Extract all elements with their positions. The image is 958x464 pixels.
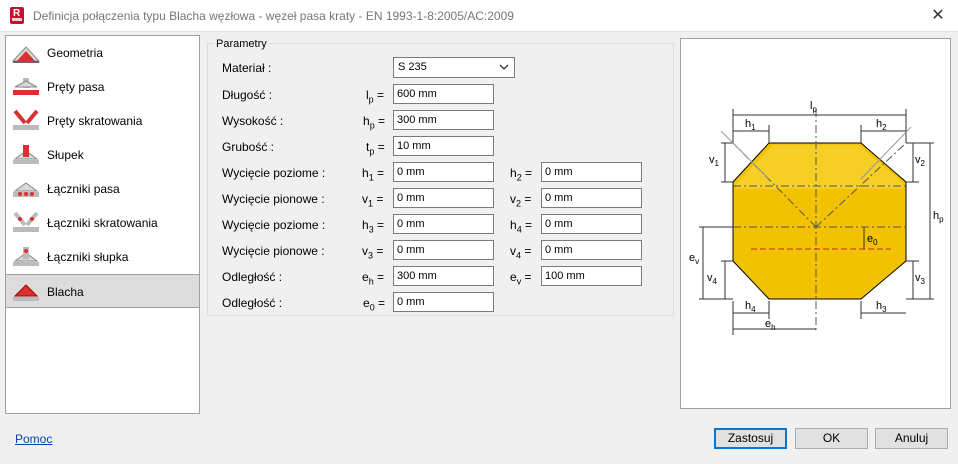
apply-button[interactable]: Zastosuj <box>714 428 787 449</box>
sidebar-item-label: Słupek <box>47 148 84 162</box>
h1-label: h1 <box>745 118 756 132</box>
sidebar-item-geometry[interactable]: Geometria <box>6 36 199 70</box>
v4-symbol: v4 = <box>510 244 532 261</box>
v2-label: v2 <box>915 154 926 168</box>
height-symbol: hp = <box>363 114 386 131</box>
h1-symbol: h1 = <box>362 166 385 183</box>
post-connectors-icon <box>13 247 39 266</box>
chevron-down-icon <box>499 64 509 70</box>
material-select[interactable]: S 235 <box>393 57 515 78</box>
v1-symbol: v1 = <box>362 192 384 209</box>
ev-symbol: ev = <box>510 270 532 287</box>
sidebar-item-label: Geometria <box>47 46 104 60</box>
v3-symbol: v3 = <box>362 244 384 261</box>
lp-label: lp <box>810 100 817 114</box>
bracing-members-icon <box>13 109 39 130</box>
horizontal-cut-label: Wycięcie poziome : <box>222 166 326 180</box>
ok-button[interactable]: OK <box>795 428 868 449</box>
h4-input[interactable]: 0 mm <box>541 214 642 234</box>
h4-label: h4 <box>745 300 756 314</box>
v3-input[interactable]: 0 mm <box>393 240 494 260</box>
h3-symbol: h3 = <box>362 218 385 235</box>
sidebar-item-chord-members[interactable]: Pręty pasa <box>6 70 199 104</box>
sidebar-item-label: Łączniki skratowania <box>47 216 158 230</box>
h2-label: h2 <box>876 118 887 132</box>
e0-input[interactable]: 0 mm <box>393 292 494 312</box>
v2-input[interactable]: 0 mm <box>541 188 642 208</box>
sidebar-item-label: Łączniki słupka <box>47 250 129 264</box>
horizontal-cut-label-2: Wycięcie poziome : <box>222 218 326 232</box>
v1-label: v1 <box>709 154 720 168</box>
sidebar-item-label: Łączniki pasa <box>47 182 120 196</box>
thickness-symbol: tp = <box>366 140 385 157</box>
post-icon <box>13 145 39 164</box>
v1-input[interactable]: 0 mm <box>393 188 494 208</box>
h3-input[interactable]: 0 mm <box>393 214 494 234</box>
v2-symbol: v2 = <box>510 192 532 209</box>
material-value: S 235 <box>398 61 427 73</box>
thickness-label: Grubość : <box>222 140 275 154</box>
plate-preview: lp h1 h2 v1 v2 hp ev e0 v4 v3 h4 h3 eh <box>680 38 951 409</box>
v4-label: v4 <box>707 272 718 286</box>
app-icon: R <box>10 7 24 24</box>
sidebar-item-post-connectors[interactable]: Łączniki słupka <box>6 240 199 274</box>
sidebar-item-chord-connectors[interactable]: Łączniki pasa <box>6 172 199 206</box>
cancel-button[interactable]: Anuluj <box>875 428 948 449</box>
h2-symbol: h2 = <box>510 166 533 183</box>
sidebar-item-bracing-members[interactable]: Pręty skratowania <box>6 104 199 138</box>
length-label: Długość : <box>222 88 273 102</box>
sidebar-item-post[interactable]: Słupek <box>6 138 199 172</box>
height-label: Wysokość : <box>222 114 284 128</box>
plate-diagram: lp h1 h2 v1 v2 hp ev e0 v4 v3 h4 h3 eh <box>689 100 944 335</box>
e0-symbol: e0 = <box>363 296 386 313</box>
title-bar: R Definicja połączenia typu Blacha węzło… <box>0 0 958 32</box>
sidebar-item-bracing-connectors[interactable]: Łączniki skratowania <box>6 206 199 240</box>
h4-symbol: h4 = <box>510 218 533 235</box>
sidebar-item-label: Pręty skratowania <box>47 114 143 128</box>
eh-symbol: eh = <box>362 270 385 287</box>
length-symbol: lp = <box>366 88 385 105</box>
close-icon[interactable]: ✕ <box>927 5 949 27</box>
vertical-cut-label: Wycięcie pionowe : <box>222 192 325 206</box>
chord-members-icon <box>13 78 39 95</box>
eh-input[interactable]: 300 mm <box>393 266 494 286</box>
bracing-connectors-icon <box>13 211 39 232</box>
sidebar-item-plate[interactable]: Blacha <box>6 274 199 308</box>
distance-e0-label: Odległość : <box>222 296 283 310</box>
plate-icon <box>13 284 39 301</box>
v4-input[interactable]: 0 mm <box>541 240 642 260</box>
h3-label: h3 <box>876 300 887 314</box>
sidebar-item-label: Pręty pasa <box>47 80 105 94</box>
parameters-group-title: Parametry <box>214 38 269 50</box>
ev-input[interactable]: 100 mm <box>541 266 642 286</box>
sidebar-item-label: Blacha <box>47 285 84 299</box>
sidebar: Geometria Pręty pasa Pręty skratowania S… <box>5 35 200 414</box>
ev-label: ev <box>689 252 699 266</box>
vertical-cut-label-2: Wycięcie pionowe : <box>222 244 325 258</box>
geometry-icon <box>11 46 41 63</box>
chord-connectors-icon <box>13 182 39 197</box>
help-link[interactable]: Pomoc <box>15 432 52 446</box>
hp-label: hp <box>933 210 944 224</box>
length-input[interactable]: 600 mm <box>393 84 494 104</box>
distance-label: Odległość : <box>222 270 283 284</box>
h1-input[interactable]: 0 mm <box>393 162 494 182</box>
h2-input[interactable]: 0 mm <box>541 162 642 182</box>
material-label: Materiał : <box>222 61 272 75</box>
height-input[interactable]: 300 mm <box>393 110 494 130</box>
eh-label: eh <box>765 318 776 332</box>
v3-label: v3 <box>915 272 926 286</box>
window-title: Definicja połączenia typu Blacha węzłowa… <box>33 9 514 23</box>
thickness-input[interactable]: 10 mm <box>393 136 494 156</box>
